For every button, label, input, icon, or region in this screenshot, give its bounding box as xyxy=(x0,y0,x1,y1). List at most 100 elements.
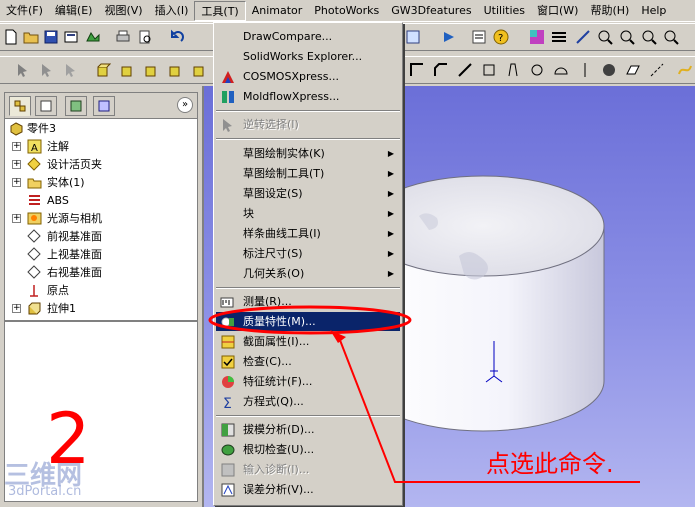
select-icon[interactable] xyxy=(14,61,32,79)
menu-item-equations[interactable]: Σ 方程式(Q)... xyxy=(216,392,400,411)
zoom-in-out-icon[interactable] xyxy=(640,28,658,46)
menu-item-feature-statistics[interactable]: 特征统计(F)... xyxy=(216,372,400,391)
macro-icon[interactable] xyxy=(440,28,458,46)
expand-icon[interactable]: + xyxy=(12,178,21,187)
rib-icon[interactable] xyxy=(456,61,474,79)
extrude-icon[interactable] xyxy=(94,61,112,79)
menu-item-label: 块 xyxy=(243,207,254,220)
print-icon[interactable] xyxy=(114,28,132,46)
menu-item-label: 检查(C)... xyxy=(243,355,292,368)
menu-help-cn[interactable]: 帮助(H) xyxy=(584,1,635,21)
menu-tools[interactable]: 工具(T) xyxy=(194,0,246,21)
undo-icon[interactable] xyxy=(168,28,186,46)
svg-text:Σ: Σ xyxy=(223,396,232,410)
menu-window[interactable]: 窗口(W) xyxy=(531,1,584,21)
menu-insert[interactable]: 插入(I) xyxy=(149,1,195,21)
menu-item-sketch-tools[interactable]: 草图绘制工具(T) ▶ xyxy=(216,164,400,183)
menu-item-sketch-entities[interactable]: 草图绘制实体(K) ▶ xyxy=(216,144,400,163)
fillet-icon[interactable] xyxy=(408,61,426,79)
origin-icon xyxy=(30,285,38,297)
hole-icon[interactable] xyxy=(528,61,546,79)
menu-item-section-properties[interactable]: 截面属性(I)... xyxy=(216,332,400,351)
dome-icon[interactable] xyxy=(552,61,570,79)
chamfer-icon[interactable] xyxy=(432,61,450,79)
selection-filter-icon[interactable] xyxy=(404,28,422,46)
menu-gw3dfeatures[interactable]: GW3Dfeatures xyxy=(385,1,477,21)
pointer-icon[interactable] xyxy=(62,61,80,79)
menu-view[interactable]: 视图(V) xyxy=(98,1,148,21)
sketch-icon[interactable] xyxy=(574,28,592,46)
menu-item-dimensions[interactable]: 标注尺寸(S) ▶ xyxy=(216,244,400,263)
zebra-stripes-icon[interactable] xyxy=(550,28,568,46)
menu-item-mass-properties[interactable]: 质量特性(M)... xyxy=(216,312,400,331)
menu-item-check[interactable]: 检查(C)... xyxy=(216,352,400,371)
select-alt-icon[interactable] xyxy=(38,61,56,79)
menu-item-label: 质量特性(M)... xyxy=(243,315,316,328)
expand-icon[interactable]: + xyxy=(12,142,21,151)
draft-icon[interactable] xyxy=(504,61,522,79)
help-icon[interactable]: ? xyxy=(492,28,510,46)
menu-separator xyxy=(216,287,400,289)
menu-item-cosmosxpress[interactable]: COSMOSXpress... xyxy=(216,67,400,86)
zoom-area-icon[interactable] xyxy=(618,28,636,46)
menu-item-undercut-detection[interactable]: 根切检查(U)... xyxy=(216,440,400,459)
curve-icon[interactable] xyxy=(676,61,694,79)
expand-icon[interactable]: + xyxy=(12,304,21,313)
menu-item-sketch-settings[interactable]: 草图设定(S) ▶ xyxy=(216,184,400,203)
menu-item-label: 测量(R)... xyxy=(243,295,292,308)
measure-icon xyxy=(220,297,234,308)
cut-icon[interactable] xyxy=(190,61,208,79)
shell-icon[interactable] xyxy=(480,61,498,79)
tab-configuration-manager[interactable] xyxy=(65,96,87,116)
plane-icon[interactable] xyxy=(624,61,642,79)
menu-separator xyxy=(216,110,400,112)
menu-item-import-diagnostics[interactable]: 输入诊断(I)... xyxy=(216,460,400,479)
zoom-fit-icon[interactable] xyxy=(596,28,614,46)
menu-animator[interactable]: Animator xyxy=(246,1,309,21)
menu-item-solidworks-explorer[interactable]: SolidWorks Explorer... xyxy=(216,47,400,66)
menu-item-draft-analysis[interactable]: 拔模分析(D)... xyxy=(216,420,400,439)
menu-item-deviation-analysis[interactable]: 误差分析(V)... xyxy=(216,480,400,499)
expand-icon[interactable]: + xyxy=(12,214,21,223)
mirror-icon[interactable] xyxy=(576,61,594,79)
plane-icon xyxy=(27,229,41,243)
rebuild-options-icon[interactable] xyxy=(84,28,102,46)
save-icon[interactable] xyxy=(42,28,60,46)
menu-item-spline-tools[interactable]: 样条曲线工具(I) ▶ xyxy=(216,224,400,243)
expand-icon[interactable]: + xyxy=(12,160,21,169)
menu-item-label: 几何关系(O) xyxy=(243,267,305,280)
menu-edit[interactable]: 编辑(E) xyxy=(49,1,99,21)
appearance-icon[interactable] xyxy=(528,28,546,46)
tree-label: 右视基准面 xyxy=(47,266,102,279)
print-preview-icon[interactable] xyxy=(136,28,154,46)
menu-item-moldflowxpress[interactable]: MoldflowXpress... xyxy=(216,87,400,106)
loft-icon[interactable] xyxy=(166,61,184,79)
shaded-icon[interactable] xyxy=(600,61,618,79)
menu-help[interactable]: Help xyxy=(635,1,672,21)
feature-tree: 零件3 + A 注解 + 设计活页夹 + 实体(1) ABS + 光源与相机 前… xyxy=(5,120,197,318)
menu-item-label: 草图设定(S) xyxy=(243,187,303,200)
menu-item-drawcompare[interactable]: DrawCompare... xyxy=(216,27,400,46)
expand-panel-icon[interactable]: » xyxy=(177,97,193,113)
menu-item-measure[interactable]: 测量(R)... xyxy=(216,292,400,311)
model-icon[interactable] xyxy=(62,28,80,46)
cursor-icon xyxy=(223,119,232,132)
menu-utilities[interactable]: Utilities xyxy=(478,1,531,21)
menu-item-relations[interactable]: 几何关系(O) ▶ xyxy=(216,264,400,283)
zoom-selection-icon[interactable] xyxy=(662,28,680,46)
menu-item-invert-selection[interactable]: 逆转选择(I) xyxy=(216,115,400,134)
sweep-icon[interactable] xyxy=(142,61,160,79)
submenu-arrow-icon: ▶ xyxy=(387,149,394,158)
axis-icon[interactable] xyxy=(648,61,666,79)
menu-item-blocks[interactable]: 块 ▶ xyxy=(216,204,400,223)
new-file-icon[interactable] xyxy=(2,28,20,46)
tab-dim-xpert[interactable] xyxy=(93,96,115,116)
open-folder-icon[interactable] xyxy=(22,28,40,46)
revolve-icon[interactable] xyxy=(118,61,136,79)
menu-file[interactable]: 文件(F) xyxy=(0,1,49,21)
menu-photoworks[interactable]: PhotoWorks xyxy=(308,1,385,21)
tab-property-manager[interactable] xyxy=(35,96,57,116)
tab-feature-manager[interactable] xyxy=(9,96,31,116)
properties-icon[interactable] xyxy=(470,28,488,46)
menu-item-label: 样条曲线工具(I) xyxy=(243,227,321,240)
